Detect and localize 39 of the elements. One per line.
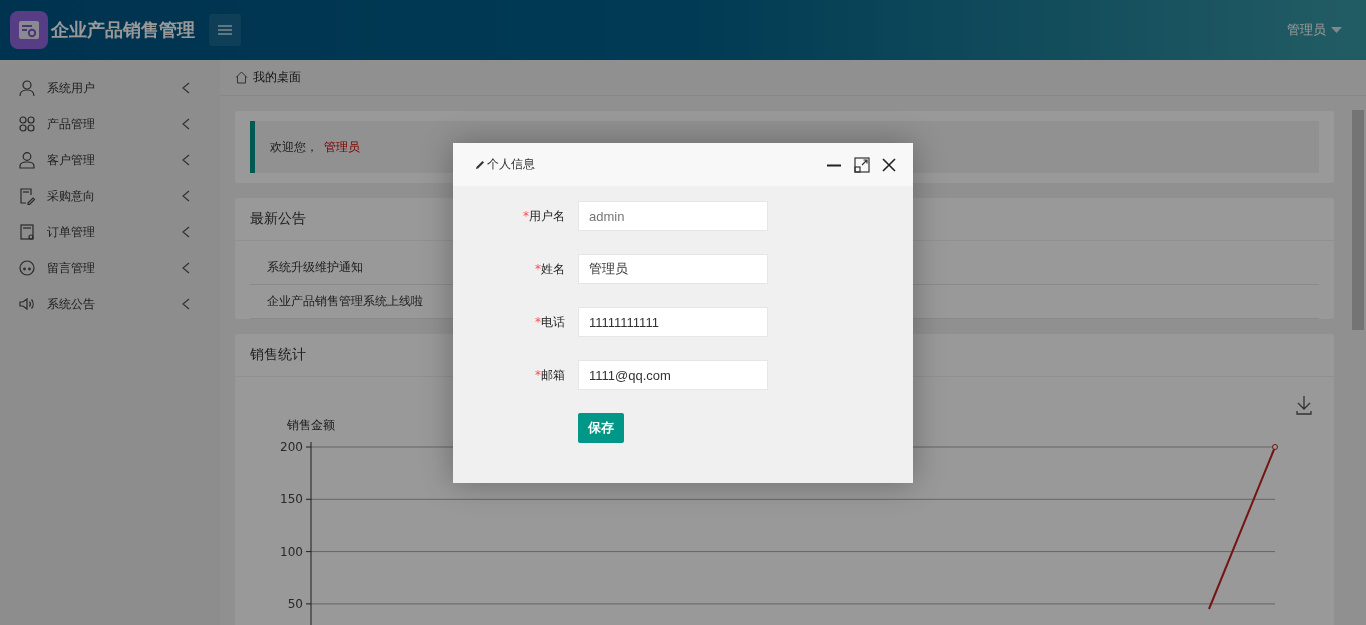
save-button[interactable]: 保存: [578, 413, 624, 443]
download-icon[interactable]: [1296, 395, 1312, 415]
user-icon: [18, 79, 36, 97]
menu-icon: [218, 25, 232, 35]
document-icon: [18, 223, 36, 241]
y-tick-label: 150: [280, 492, 303, 507]
input-field[interactable]: 11111111111: [578, 307, 768, 337]
caret-icon: [1331, 27, 1342, 33]
sidebar-item[interactable]: 系统用户: [0, 70, 220, 106]
y-tick-label: 100: [280, 544, 303, 559]
user-name: 管理员: [324, 138, 360, 156]
input-field[interactable]: 1111@qq.com: [578, 360, 768, 390]
logo-icon: [10, 11, 48, 49]
input-field[interactable]: 管理员: [578, 254, 768, 284]
person-icon: [18, 151, 36, 169]
dialog-title: 个人信息: [487, 156, 535, 173]
welcome-text: 欢迎您，: [270, 138, 318, 156]
sidebar-item[interactable]: 订单管理: [0, 214, 220, 250]
y-tick-label: 200: [280, 440, 303, 454]
sidebar-item[interactable]: 留言管理: [0, 250, 220, 286]
sidebar-item[interactable]: 采购意向: [0, 178, 220, 214]
maximize-icon[interactable]: [854, 156, 870, 173]
sidebar-item[interactable]: 产品管理: [0, 106, 220, 142]
user-menu[interactable]: 管理员: [1287, 21, 1342, 39]
sidebar-item[interactable]: 系统公告: [0, 286, 220, 322]
app-title: 企业产品销售管理: [51, 18, 195, 42]
edit-icon: [18, 187, 36, 205]
grid-icon: [18, 115, 36, 133]
breadcrumb-link[interactable]: 我的桌面: [253, 69, 301, 86]
field-label: *用户名: [522, 207, 566, 225]
speaker-icon: [18, 295, 36, 313]
y-axis-label: 销售金额: [287, 418, 335, 432]
y-tick-label: 50: [287, 596, 303, 611]
chat-icon: [18, 259, 36, 277]
sidebar-item[interactable]: 客户管理: [0, 142, 220, 178]
pencil-icon: [475, 159, 485, 170]
home-icon: [235, 71, 248, 84]
field-label: *姓名: [534, 260, 566, 278]
close-icon[interactable]: [882, 157, 896, 172]
